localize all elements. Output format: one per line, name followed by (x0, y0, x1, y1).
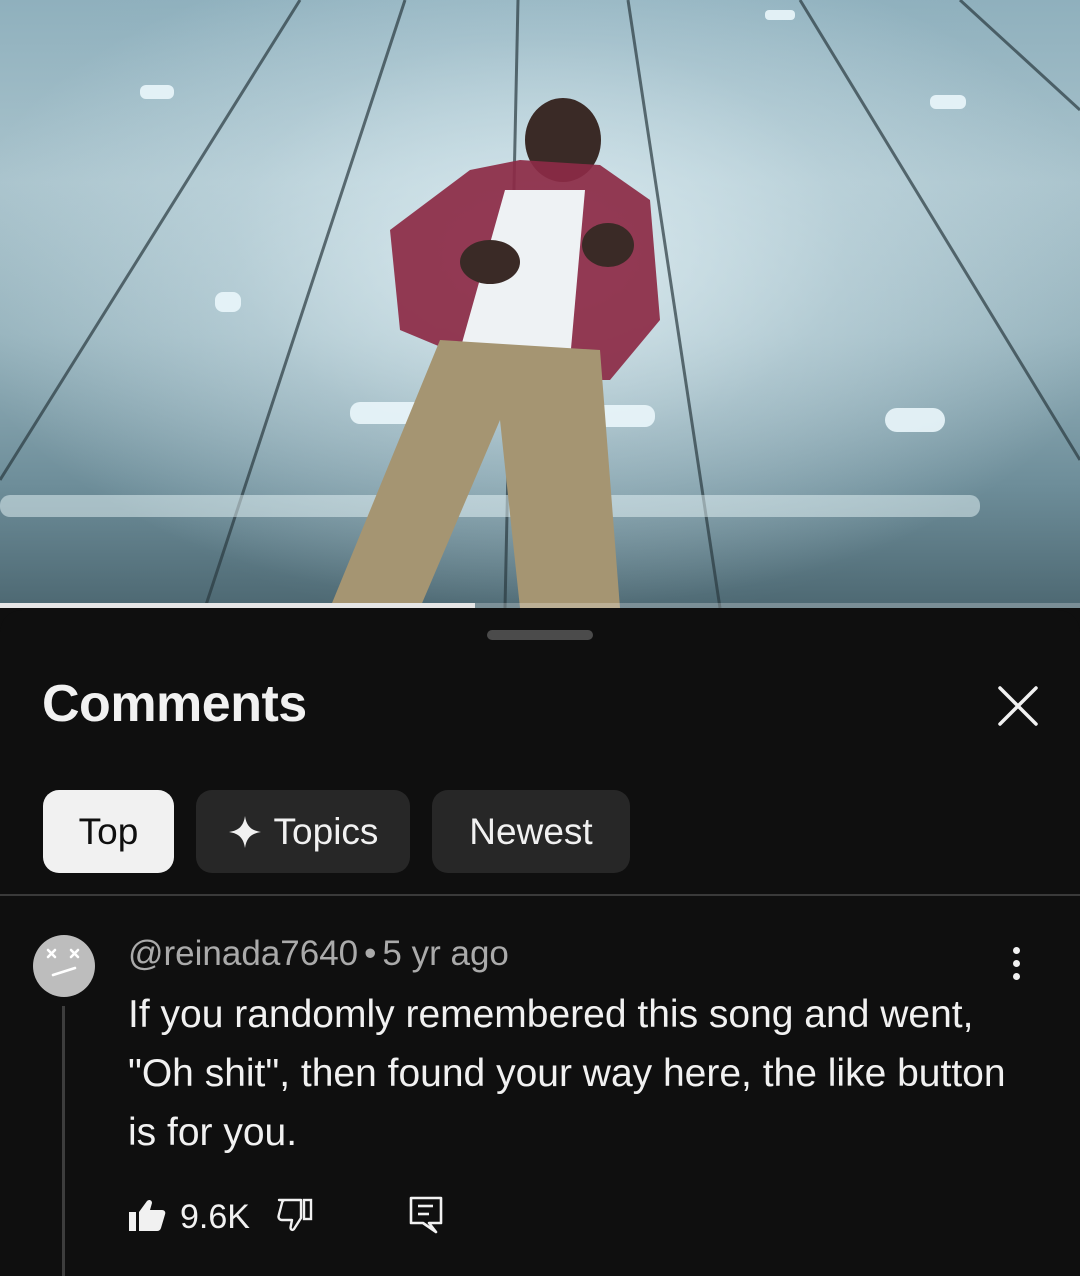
comment-more-button[interactable] (996, 938, 1036, 988)
sheet-title: Comments (42, 675, 307, 733)
video-progress-fill (0, 603, 476, 608)
comment-time: 5 yr ago (382, 934, 509, 973)
sparkle-icon (228, 815, 261, 848)
more-dot (1012, 946, 1020, 954)
meta-separator: • (364, 934, 377, 973)
more-dot (1012, 959, 1020, 967)
filter-chip-newest[interactable]: Newest (432, 790, 630, 873)
thumbs-down-icon (277, 1198, 313, 1231)
comment-actions: 9.6K (128, 1195, 444, 1239)
dizzy-face-icon (46, 948, 80, 977)
drag-handle[interactable] (487, 630, 593, 640)
video-progress-bar[interactable] (0, 603, 1080, 608)
reply-button[interactable] (408, 1195, 444, 1240)
comment-meta: @reinada7640 • 5 yr ago (128, 934, 509, 974)
divider (0, 894, 1080, 896)
close-button[interactable] (990, 678, 1046, 734)
filter-chip-newest-label: Newest (469, 810, 593, 852)
close-icon (998, 686, 1038, 726)
filter-chip-topics[interactable]: Topics (196, 790, 410, 873)
more-dot (1012, 972, 1020, 980)
reply-icon (409, 1196, 443, 1233)
filter-chip-top[interactable]: Top (43, 790, 174, 873)
thread-line (62, 1006, 65, 1276)
comment-author[interactable]: @reinada7640 (128, 934, 358, 973)
like-button[interactable] (128, 1198, 166, 1237)
filter-chip-top-label: Top (78, 810, 139, 852)
like-count: 9.6K (180, 1197, 250, 1236)
video-player[interactable] (0, 0, 1080, 608)
comments-sheet: Comments Top Topics Newest @reinada7640 •… (0, 610, 1080, 1276)
comment-text: If you randomly remembered this song and… (128, 993, 1006, 1154)
filter-chip-topics-label: Topics (273, 810, 379, 852)
avatar[interactable] (33, 935, 95, 997)
thumbs-up-filled-icon (129, 1199, 166, 1231)
dislike-button[interactable] (276, 1198, 314, 1237)
video-frame (0, 0, 1080, 608)
